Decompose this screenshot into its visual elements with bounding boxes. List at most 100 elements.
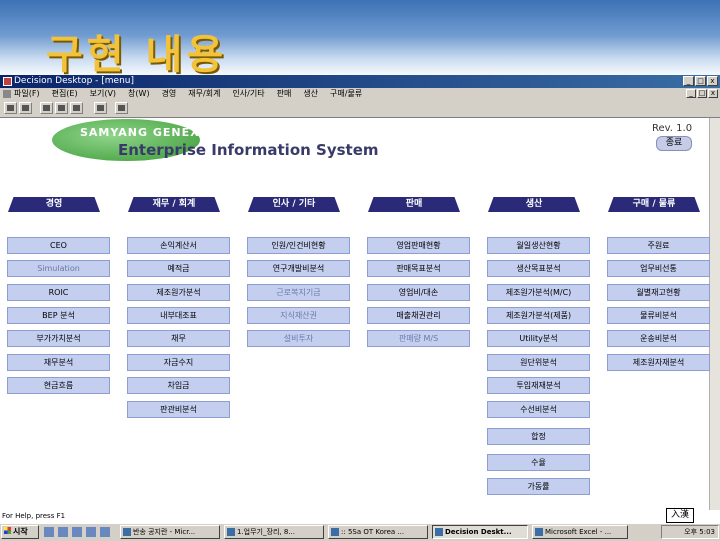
window-icon[interactable] — [94, 102, 107, 114]
menu-button-transport[interactable]: 운송비분석 — [607, 330, 710, 347]
quicklaunch-app-icon[interactable] — [86, 527, 96, 537]
menu-button-mfg-materials[interactable]: 제조원자재분석 — [607, 354, 710, 371]
menu-button-unit-cost[interactable]: 원단위분석 — [487, 354, 590, 371]
taskbar-task[interactable]: Microsoft Excel - ... — [532, 525, 628, 539]
menu-button-capex[interactable]: 설비투자 — [247, 330, 350, 347]
quicklaunch-desktop-icon[interactable] — [44, 527, 54, 537]
print-icon[interactable] — [4, 102, 17, 114]
menu-button-income[interactable]: 손익계산서 — [127, 237, 230, 254]
menu-button-cashflow[interactable]: 현금흐름 — [7, 377, 110, 394]
menu-button-funds[interactable]: 자금수지 — [127, 354, 230, 371]
menu-button-monthly-stock[interactable]: 월별재고현황 — [607, 284, 710, 301]
company-name: SAMYANG GENEX — [80, 126, 200, 139]
menu-view[interactable]: 보기(V) — [90, 88, 116, 100]
category-hr: 인사 / 기타 — [248, 197, 340, 212]
menu-button-welfare[interactable]: 근로복지기금 — [247, 284, 350, 301]
menu-button-utilization[interactable]: 가동률 — [487, 478, 590, 495]
menu-production[interactable]: 생산 — [303, 88, 318, 100]
menu-hr[interactable]: 인사/기타 — [232, 88, 264, 100]
system-name: Enterprise Information System — [118, 141, 379, 159]
menu-sales[interactable]: 판매 — [277, 88, 292, 100]
menu-button-sales-status[interactable]: 영업판매현황 — [367, 237, 470, 254]
system-tray-clock[interactable]: 오후 5:03 — [661, 525, 719, 539]
category-management: 경영 — [8, 197, 100, 212]
save-icon[interactable] — [115, 102, 128, 114]
menu-button-raw-material[interactable]: 주원료 — [607, 237, 710, 254]
menu-button-ip[interactable]: 지식재산권 — [247, 307, 350, 324]
menu-window[interactable]: 창(W) — [128, 88, 150, 100]
menu-button-sales-expense[interactable]: 영업비/대손 — [367, 284, 470, 301]
quicklaunch-browser-icon[interactable] — [58, 527, 68, 537]
menu-button-mfg-cost[interactable]: 제조원가분석 — [127, 284, 230, 301]
menu-purchase[interactable]: 구매/물류 — [330, 88, 362, 100]
menu-button-materials[interactable]: 투입재재분석 — [487, 377, 590, 394]
taskbar-task[interactable]: 반송 공지란 - Micr... — [120, 525, 220, 539]
quicklaunch-media-icon[interactable] — [100, 527, 110, 537]
menu-button-sga[interactable]: 판관비분석 — [127, 401, 230, 418]
menu-edit[interactable]: 편집(E) — [52, 88, 78, 100]
document-icon[interactable] — [3, 90, 11, 98]
cut-icon[interactable] — [40, 102, 53, 114]
menu-button-simulation[interactable]: Simulation — [7, 260, 110, 277]
menu-button-headcount[interactable]: 인원/인건비현황 — [247, 237, 350, 254]
menu-button-bep[interactable]: BEP 분석 — [7, 307, 110, 324]
menu-button-sum[interactable]: 합정 — [487, 428, 590, 445]
menu-button-financial[interactable]: 재무분석 — [7, 354, 110, 371]
category-production: 생산 — [488, 197, 580, 212]
category-sales: 판매 — [368, 197, 460, 212]
menu-button-sales-target[interactable]: 판매목표분석 — [367, 260, 470, 277]
menu-button-production-target[interactable]: 생산목표분석 — [487, 260, 590, 277]
minimize-button[interactable]: _ — [683, 76, 694, 86]
window-titlebar[interactable]: Decision Desktop - [menu] _ □ x — [0, 75, 720, 88]
start-button[interactable]: 시작 — [1, 525, 39, 539]
menu-button-repair[interactable]: 수선비분석 — [487, 401, 590, 418]
app-icon — [3, 77, 12, 86]
preview-icon[interactable] — [19, 102, 32, 114]
paste-icon[interactable] — [70, 102, 83, 114]
menu-button-debt[interactable]: 채무 — [127, 330, 230, 347]
menu-button-logistics[interactable]: 물류비분석 — [607, 307, 710, 324]
copy-icon[interactable] — [55, 102, 68, 114]
menu-button-cost-mc[interactable]: 제조원가분석(M/C) — [487, 284, 590, 301]
maximize-button[interactable]: □ — [695, 76, 706, 86]
toolbar — [0, 100, 720, 118]
menubar: 파일(F) 편집(E) 보기(V) 창(W) 경영 재무/회계 인사/기타 판매… — [0, 88, 720, 100]
menu-button-utility[interactable]: Utility분석 — [487, 330, 590, 347]
menu-button-rnd[interactable]: 연구개발비분석 — [247, 260, 350, 277]
menu-file[interactable]: 파일(F) — [14, 88, 40, 100]
menu-button-deposits[interactable]: 예적금 — [127, 260, 230, 277]
taskbar: 시작 반송 공지란 - Micr... 1.업무기_장리, 8... :: 5S… — [0, 523, 720, 541]
slide-header: 구현 내용 — [0, 0, 720, 78]
vertical-scrollbar[interactable] — [709, 118, 720, 510]
menu-button-ceo[interactable]: CEO — [7, 237, 110, 254]
menu-button-market-share[interactable]: 판매량 M/S — [367, 330, 470, 347]
revision-label: Rev. 1.0 — [652, 123, 693, 134]
menu-button-borrowings[interactable]: 차입금 — [127, 377, 230, 394]
taskbar-task[interactable]: :: 5Sa OT Korea ... — [328, 525, 428, 539]
menu-button-roic[interactable]: ROIC — [7, 284, 110, 301]
exit-button[interactable]: 종료 — [656, 136, 692, 151]
window-title: Decision Desktop - [menu] — [14, 76, 134, 86]
category-finance: 재무 / 회계 — [128, 197, 220, 212]
menu-button-production-status[interactable]: 월일생산현황 — [487, 237, 590, 254]
menu-button-business[interactable]: 업무비선통 — [607, 260, 710, 277]
menu-button-cost-product[interactable]: 제조원가분석(제품) — [487, 307, 590, 324]
menu-button-balance[interactable]: 내부대조표 — [127, 307, 230, 324]
windows-logo-icon — [4, 527, 11, 534]
close-button[interactable]: x — [707, 76, 718, 86]
category-purchase: 구매 / 물류 — [608, 197, 700, 212]
mdi-restore-button[interactable]: □ — [697, 89, 707, 98]
status-bar: For Help, press F1 — [2, 512, 66, 520]
mdi-minimize-button[interactable]: _ — [686, 89, 696, 98]
taskbar-task[interactable]: 1.업무기_장리, 8... — [224, 525, 324, 539]
ime-indicator[interactable]: 入漢 — [666, 508, 694, 523]
taskbar-task-active[interactable]: Decision Deskt... — [432, 525, 528, 539]
menu-button-receivables[interactable]: 매출채권관리 — [367, 307, 470, 324]
menu-button-value-added[interactable]: 부가가치분석 — [7, 330, 110, 347]
quicklaunch-mail-icon[interactable] — [72, 527, 82, 537]
menu-management[interactable]: 경영 — [162, 88, 177, 100]
mdi-close-button[interactable]: x — [708, 89, 718, 98]
slide-title: 구현 내용 — [46, 32, 228, 78]
menu-finance[interactable]: 재무/회계 — [188, 88, 220, 100]
menu-button-yield[interactable]: 수율 — [487, 454, 590, 471]
